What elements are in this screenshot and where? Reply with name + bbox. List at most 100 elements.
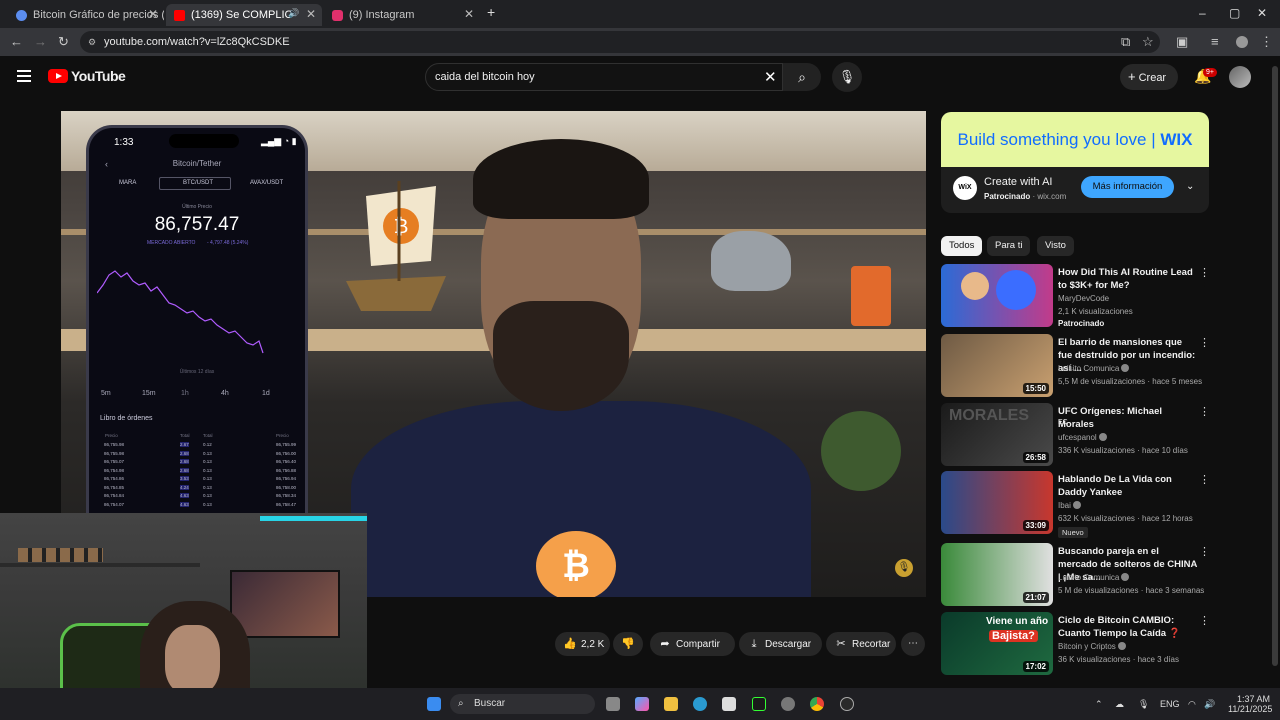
tray-network-icon[interactable]: ☁ — [1115, 699, 1124, 710]
recommendation-item[interactable]: 33:09 Hablando De La Vida con Daddy Yank… — [941, 471, 1211, 538]
close-tab-icon[interactable]: ✕ — [148, 7, 158, 21]
recommendation-channel[interactable]: ufcespanol — [1058, 433, 1107, 442]
search-button[interactable]: ⌕ — [783, 63, 821, 91]
video-thumbnail[interactable]: 21:07 — [941, 543, 1053, 606]
youtube-logo[interactable]: YouTube — [48, 68, 126, 84]
download-label: Descargar — [765, 639, 812, 650]
sponsored-label: Patrocinado — [1058, 319, 1105, 328]
recommendation-channel[interactable]: Bitcoin y Criptos — [1058, 642, 1126, 651]
hamburger-menu-icon[interactable] — [17, 70, 31, 82]
tab-youtube[interactable]: (1369) Se COMPLICA la Caí 🔊 ✕ — [166, 4, 322, 26]
scrollbar-thumb[interactable] — [1272, 66, 1278, 666]
more-vertical-icon[interactable]: ⋮ — [1199, 545, 1210, 558]
back-icon[interactable]: ← — [10, 34, 23, 49]
chip-todos[interactable]: Todos — [941, 236, 983, 256]
bookmark-star-icon[interactable]: ☆ — [1142, 34, 1154, 50]
voice-search-button[interactable]: 🎙 — [832, 62, 862, 92]
recommendation-channel[interactable]: MaryDevCode — [1058, 294, 1109, 303]
create-button[interactable]: + Crear — [1120, 64, 1178, 90]
obs-icon[interactable] — [752, 697, 766, 711]
more-vertical-icon[interactable]: ⋮ — [1199, 473, 1210, 486]
ad-banner[interactable]: Build something you love | WIX — [941, 112, 1209, 167]
recommendation-title[interactable]: UFC Orígenes: Michael Morales — [1058, 405, 1198, 431]
more-vertical-icon[interactable]: ⋮ — [1199, 405, 1210, 418]
recommendation-title[interactable]: How Did This AI Routine Lead to $3K+ for… — [1058, 266, 1198, 292]
share-button[interactable]: ➦ Compartir — [650, 632, 735, 656]
channel-watermark-icon[interactable]: 🎙 — [895, 559, 913, 577]
file-explorer-icon[interactable] — [664, 697, 678, 711]
url-field[interactable]: ⚙ youtube.com/watch?v=lZc8QkCSDKE — [80, 31, 1160, 53]
recommendation-item[interactable]: Viene un año Bajista? 17:02 Ciclo de Bit… — [941, 612, 1211, 676]
app-icon[interactable] — [840, 697, 854, 711]
orderbook-cell: 0.13 — [203, 484, 212, 490]
phone-market: MARA — [119, 180, 137, 186]
recommendation-channel[interactable]: Luisito Comunica — [1058, 364, 1130, 373]
browser-menu-icon[interactable]: ⋮ — [1260, 34, 1273, 50]
volume-icon[interactable]: 🔊 — [1204, 699, 1215, 710]
minimize-icon[interactable]: – — [1199, 6, 1206, 20]
tab-bitcoin-chart[interactable]: Bitcoin Gráfico de precios (BTC ✕ — [8, 4, 164, 26]
avatar[interactable] — [1229, 66, 1251, 88]
extensions-icon[interactable]: ▣ — [1176, 34, 1188, 50]
led-strip — [260, 516, 367, 521]
recommendation-meta: 632 K visualizaciones · hace 12 horas — [1058, 514, 1193, 523]
recommendation-item[interactable]: MORALES 26:58 UFC Orígenes: Michael Mora… — [941, 403, 1211, 467]
like-button[interactable]: 👍 2,2 K — [555, 632, 610, 656]
windows-start-icon[interactable] — [427, 697, 441, 711]
taskbar-clock[interactable]: 1:37 AM 11/21/2025 — [1228, 694, 1272, 714]
video-thumbnail[interactable]: Viene un año Bajista? 17:02 — [941, 612, 1053, 675]
close-tab-icon[interactable]: ✕ — [464, 7, 474, 21]
chevron-down-icon[interactable]: ⌄ — [1186, 181, 1194, 192]
video-thumbnail[interactable]: 33:09 — [941, 471, 1053, 534]
video-thumbnail[interactable] — [941, 264, 1053, 327]
tray-mic-icon[interactable]: 🎙 — [1138, 699, 1149, 710]
maximize-icon[interactable]: ▢ — [1229, 6, 1240, 20]
video-thumbnail[interactable]: MORALES 26:58 — [941, 403, 1053, 466]
more-vertical-icon[interactable]: ⋮ — [1199, 266, 1210, 279]
tray-chevron-icon[interactable]: ⌃ — [1095, 699, 1103, 710]
dislike-button[interactable]: 👎 — [613, 632, 643, 656]
store-icon[interactable] — [722, 697, 736, 711]
more-actions-button[interactable]: ⋯ — [901, 632, 925, 656]
clear-search-icon[interactable]: ✕ — [764, 68, 777, 86]
verified-icon — [1121, 573, 1130, 581]
new-tab-icon[interactable]: + — [487, 4, 495, 20]
more-vertical-icon[interactable]: ⋮ — [1199, 336, 1210, 349]
more-vertical-icon[interactable]: ⋮ — [1199, 614, 1210, 627]
recommendation-channel[interactable]: Luisito Comunica — [1058, 573, 1130, 582]
ad-cta-button[interactable]: Más información — [1081, 176, 1174, 198]
clip-button[interactable]: ✂ Recortar — [826, 632, 896, 656]
chip-para-ti[interactable]: Para ti — [987, 236, 1031, 256]
wifi-icon[interactable]: ◠ — [1188, 699, 1196, 710]
forward-icon[interactable]: → — [34, 34, 47, 49]
audio-icon[interactable]: 🔊 — [288, 8, 299, 19]
recommendation-item[interactable]: 15:50 El barrio de mansiones que fue des… — [941, 334, 1211, 398]
site-info-icon[interactable]: ⚙ — [88, 31, 96, 53]
chip-visto[interactable]: Visto — [1037, 236, 1074, 256]
settings-icon[interactable] — [781, 697, 795, 711]
close-tab-icon[interactable]: ✕ — [306, 7, 316, 21]
recommendation-channel[interactable]: Ibai — [1058, 501, 1081, 510]
tray-language[interactable]: ENG — [1160, 699, 1180, 709]
search-input[interactable]: caida del bitcoin hoy — [425, 63, 783, 91]
ad-title[interactable]: Create with AI — [984, 176, 1052, 188]
install-app-icon[interactable]: ⧉ — [1121, 34, 1130, 50]
recommendation-item[interactable]: How Did This AI Routine Lead to $3K+ for… — [941, 264, 1211, 328]
recommendation-title[interactable]: Hablando De La Vida con Daddy Yankee — [1058, 473, 1198, 499]
bitcoin-ship-model: ₿ — [346, 181, 446, 311]
video-thumbnail[interactable]: 15:50 — [941, 334, 1053, 397]
profile-icon[interactable] — [1236, 36, 1248, 48]
taskbar-search[interactable]: ⌕ Buscar — [450, 694, 595, 714]
download-button[interactable]: ⤓ Descargar — [739, 632, 822, 656]
recommendation-title[interactable]: Ciclo de Bitcoin CAMBIO: Cuanto Tiempo l… — [1058, 614, 1198, 640]
chrome-icon[interactable] — [810, 697, 824, 711]
reading-list-icon[interactable]: ≡ — [1211, 34, 1219, 49]
recommendation-item[interactable]: 21:07 Buscando pareja en el mercado de s… — [941, 543, 1211, 607]
tab-instagram[interactable]: (9) Instagram ✕ — [324, 4, 480, 26]
close-window-icon[interactable]: ✕ — [1257, 6, 1267, 20]
task-view-icon[interactable] — [606, 697, 620, 711]
ad-logo[interactable]: WiX — [953, 176, 977, 200]
reload-icon[interactable]: ↻ — [58, 34, 69, 50]
edge-icon[interactable] — [693, 697, 707, 711]
copilot-icon[interactable] — [635, 697, 649, 711]
